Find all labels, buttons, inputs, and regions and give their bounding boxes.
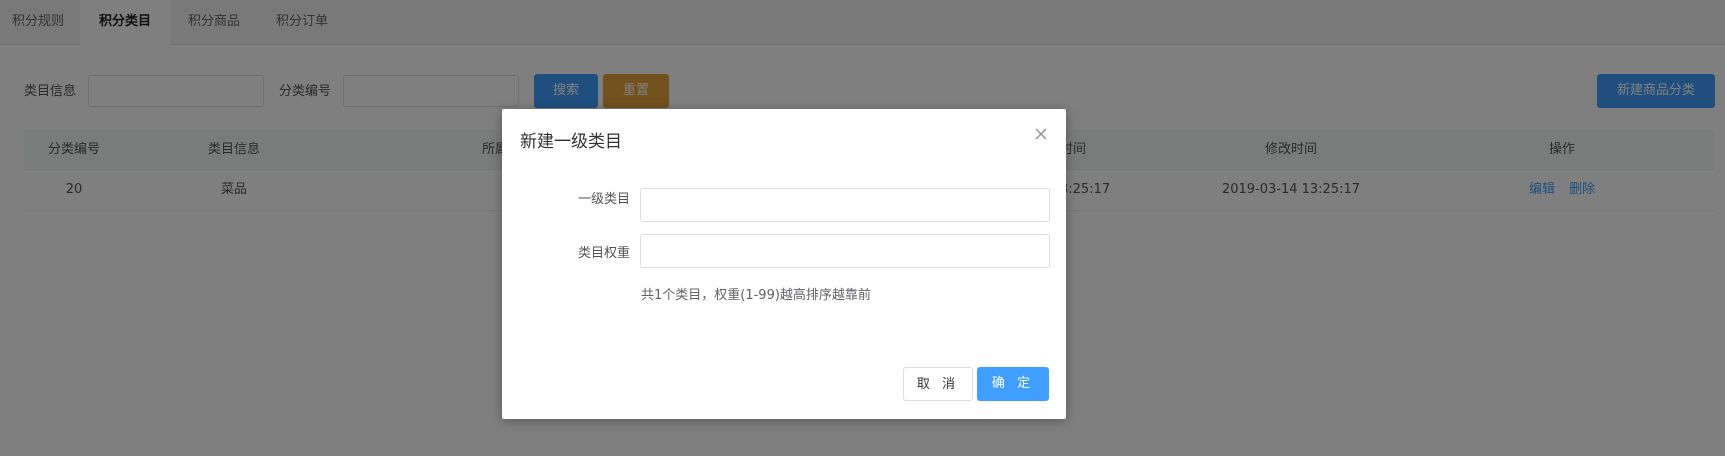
weight-hint: 共1个类目，权重(1-99)越高排序越靠前: [641, 288, 871, 303]
dialog-title: 新建一级类目: [520, 132, 622, 152]
confirm-button[interactable]: 确 定: [977, 367, 1049, 401]
level1-category-label: 一级类目: [577, 192, 630, 207]
category-weight-input[interactable]: [640, 234, 1050, 268]
close-icon[interactable]: [1032, 125, 1050, 143]
category-weight-label: 类目权重: [577, 246, 630, 261]
level1-category-input[interactable]: [640, 188, 1050, 222]
new-category-dialog: 新建一级类目 一级类目 类目权重 共1个类目，权重(1-99)越高排序越靠前 取…: [502, 109, 1066, 419]
cancel-button[interactable]: 取 消: [903, 367, 973, 401]
page: 积分规则 积分类目 积分商品 积分订单 类目信息 分类编号 搜索 重置 新建商品…: [0, 0, 1725, 456]
